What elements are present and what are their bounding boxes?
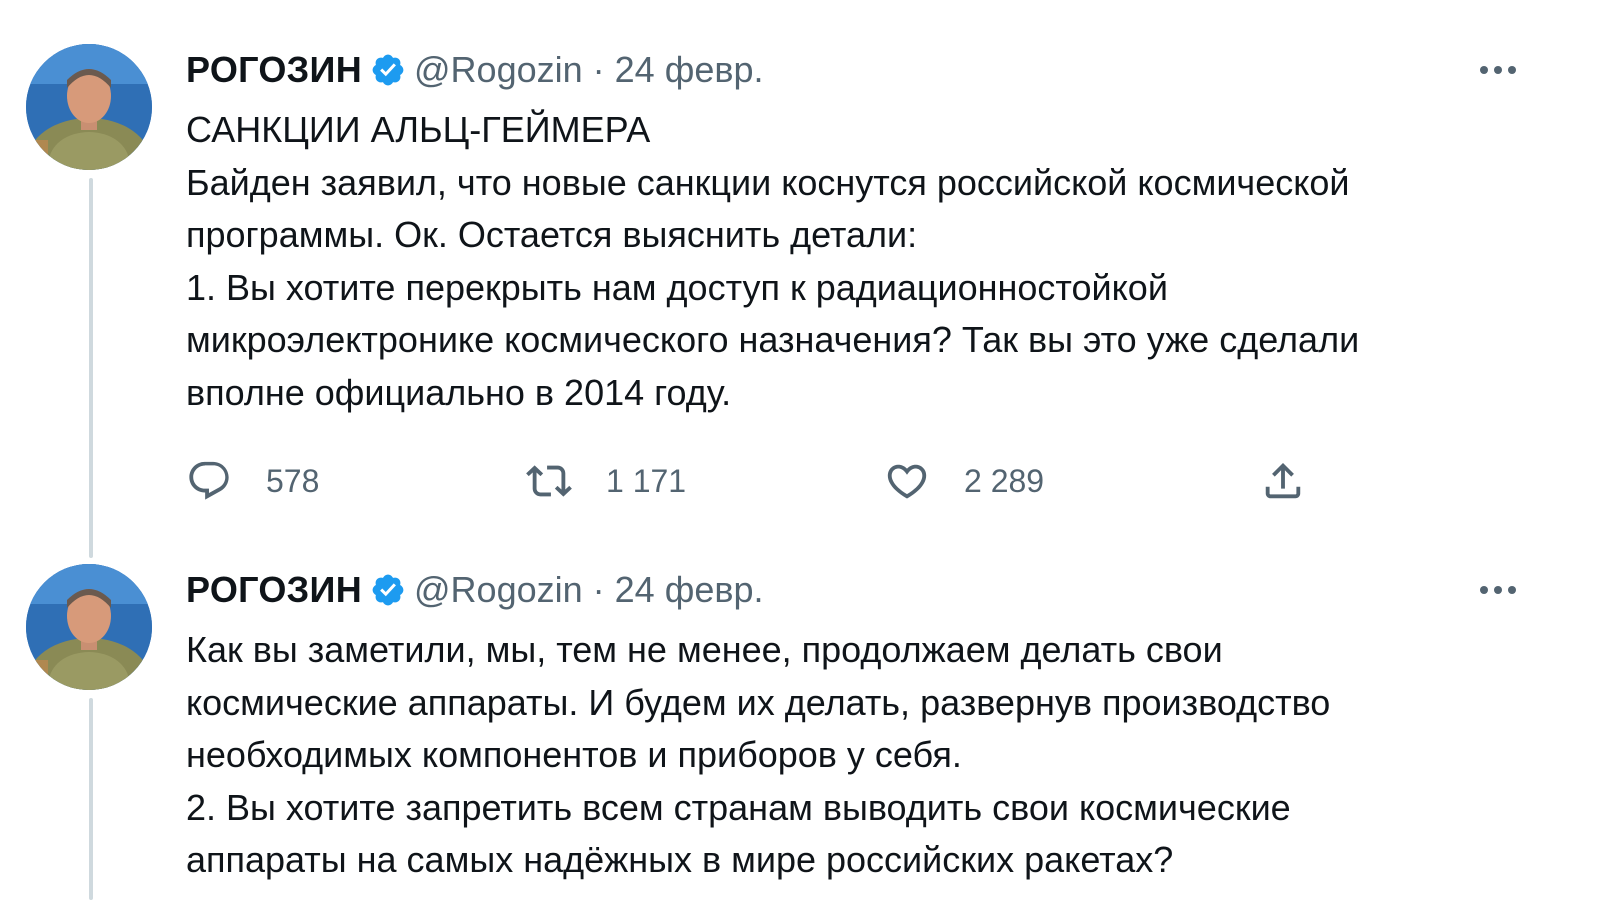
tweet-line: микроэлектронике космического назначения…	[186, 319, 1360, 360]
tweet-actions: 578 1 171 2 289	[0, 456, 1600, 506]
share-button[interactable]	[1260, 456, 1340, 506]
tweet-line: Как вы заметили, мы, тем не менее, продо…	[186, 629, 1223, 670]
retweet-icon	[526, 465, 572, 497]
verified-badge-icon	[372, 54, 404, 86]
reply-count: 578	[266, 462, 320, 499]
share-icon	[1265, 462, 1301, 499]
verified-badge-icon	[372, 574, 404, 606]
separator-dot: ·	[592, 569, 605, 610]
tweet-line: Байден заявил, что новые санкции коснутс…	[186, 161, 1350, 203]
like-button[interactable]: 2 289	[884, 456, 1044, 506]
retweet-count: 1 171	[606, 462, 687, 499]
reply-icon	[189, 461, 229, 500]
avatar[interactable]	[26, 564, 152, 690]
more-icon[interactable]	[1480, 50, 1532, 90]
avatar-image	[26, 44, 152, 170]
tweet-text: САНКЦИИ АЛЬЦ-ГЕЙМЕРА Байден заявил, что …	[186, 104, 1516, 419]
author-name[interactable]: РОГОЗИН	[186, 49, 362, 91]
tweet-line: САНКЦИИ АЛЬЦ-ГЕЙМЕРА	[186, 109, 651, 150]
tweet-header: РОГОЗИН @Rogozin · 24 февр.	[186, 46, 764, 94]
tweet-text: Как вы заметили, мы, тем не менее, продо…	[186, 624, 1516, 887]
avatar[interactable]	[26, 44, 152, 170]
separator-dot: ·	[592, 49, 605, 90]
like-count: 2 289	[964, 462, 1045, 499]
retweet-button[interactable]: 1 171	[526, 456, 686, 506]
more-icon[interactable]	[1480, 570, 1532, 610]
tweet-line: аппараты на самых надёжных в мире россий…	[186, 839, 1174, 880]
author-name[interactable]: РОГОЗИН	[186, 569, 362, 611]
tweet-line: необходимых компонентов и приборов у себ…	[186, 734, 962, 775]
tweet-line: программы. Ок. Остается выяснить детали:	[186, 214, 918, 255]
avatar-image	[26, 564, 152, 690]
thread-line	[89, 698, 93, 900]
tweet-line: 1. Вы хотите перекрыть нам доступ к ради…	[186, 266, 1168, 308]
author-handle[interactable]: @Rogozin	[414, 569, 583, 611]
reply-button[interactable]: 578	[186, 456, 319, 506]
author-handle[interactable]: @Rogozin	[414, 49, 583, 91]
tweet-date[interactable]: 24 февр.	[615, 569, 764, 611]
tweet-line: космические аппараты. И будем их делать,…	[186, 681, 1331, 723]
tweet-line: вполне официально в 2014 году.	[186, 371, 732, 413]
like-icon	[887, 464, 927, 499]
tweet-date[interactable]: 24 февр.	[615, 49, 764, 91]
tweet-header: РОГОЗИН @Rogozin · 24 февр.	[186, 566, 764, 614]
tweet-line: 2. Вы хотите запретить всем странам выво…	[186, 786, 1291, 828]
